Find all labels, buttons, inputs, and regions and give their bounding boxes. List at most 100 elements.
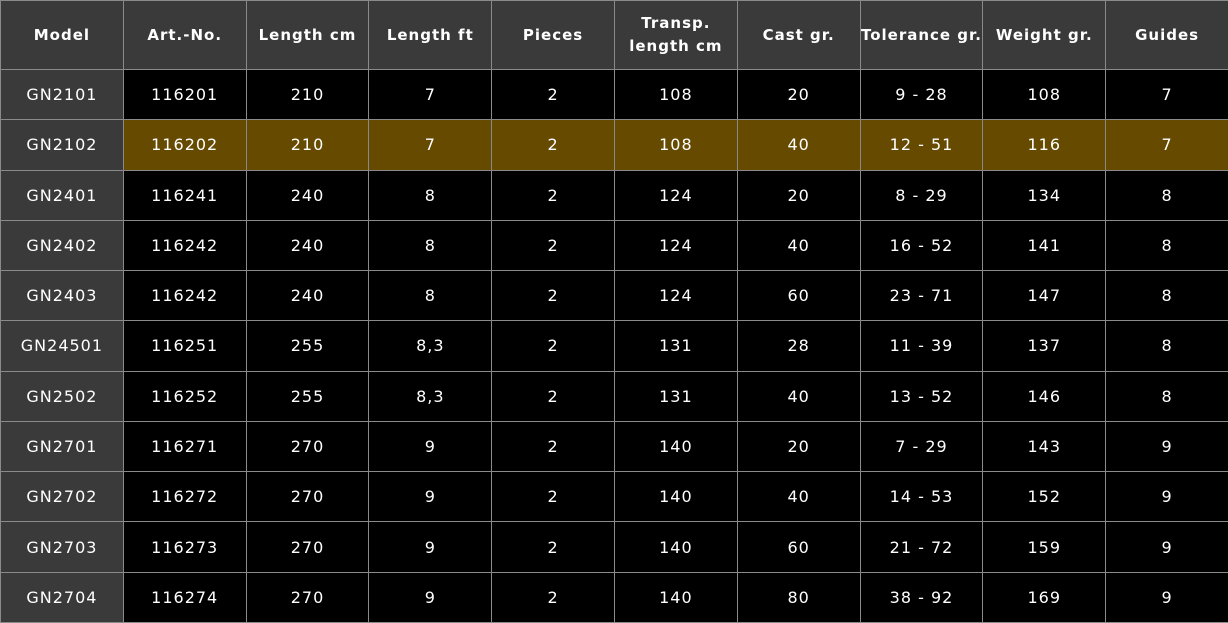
weight-cell: 137	[982, 320, 1107, 372]
length-cm-cell: 270	[245, 521, 370, 573]
guides-cell: 9	[1105, 571, 1228, 623]
table-row: GN2401 116241 240 8 2 124 20 8 - 29 134 8	[0, 169, 1228, 221]
guides-cell: 9	[1105, 420, 1228, 473]
length-cm-cell: 270	[245, 471, 370, 523]
weight-cell: 141	[982, 219, 1107, 272]
column-header-guides: Guides	[1105, 0, 1228, 70]
table-row: GN2403 116242 240 8 2 124 60 23 - 71 147 8	[0, 270, 1228, 322]
weight-cell: 134	[982, 169, 1107, 221]
table-row: GN2704 116274 270 9 2 140 80 38 - 92 169 9	[0, 571, 1228, 623]
model-cell: GN2701	[0, 420, 124, 473]
model-cell: GN2402	[0, 219, 124, 272]
tolerance-cell: 12 - 51	[859, 119, 984, 171]
transport-length-cell: 131	[613, 320, 738, 372]
column-header-cast: Cast gr.	[736, 0, 861, 70]
weight-cell: 143	[982, 420, 1107, 473]
tolerance-cell: 21 - 72	[859, 521, 984, 573]
art-no-cell: 116241	[122, 169, 247, 221]
column-header-model: Model	[0, 0, 124, 70]
cast-cell: 28	[736, 320, 861, 372]
weight-cell: 116	[982, 119, 1107, 171]
transport-length-cell: 140	[613, 521, 738, 573]
cast-cell: 40	[736, 370, 861, 422]
length-cm-cell: 240	[245, 270, 370, 322]
table-row: GN2402 116242 240 8 2 124 40 16 - 52 141 8	[0, 219, 1228, 272]
transport-length-cell: 131	[613, 370, 738, 422]
art-no-cell: 116272	[122, 471, 247, 523]
model-cell: GN2101	[0, 68, 124, 121]
weight-cell: 159	[982, 521, 1107, 573]
pieces-cell: 2	[491, 571, 615, 623]
length-ft-cell: 9	[368, 571, 493, 623]
model-cell: GN2703	[0, 521, 124, 573]
transport-length-cell: 140	[613, 471, 738, 523]
column-header-pieces: Pieces	[491, 0, 615, 70]
pieces-cell: 2	[491, 169, 615, 221]
pieces-cell: 2	[491, 68, 615, 121]
tolerance-cell: 23 - 71	[859, 270, 984, 322]
weight-cell: 147	[982, 270, 1107, 322]
guides-cell: 8	[1105, 320, 1228, 372]
length-ft-cell: 8	[368, 270, 493, 322]
column-header-transport-length: Transp. length cm	[613, 0, 738, 70]
model-cell: GN2401	[0, 169, 124, 221]
column-header-weight: Weight gr.	[982, 0, 1107, 70]
length-cm-cell: 270	[245, 420, 370, 473]
spec-table: Model Art.-No. Length cm Length ft Piece…	[0, 0, 1228, 623]
transport-length-cell: 140	[613, 420, 738, 473]
cast-cell: 20	[736, 68, 861, 121]
weight-cell: 152	[982, 471, 1107, 523]
art-no-cell: 116242	[122, 219, 247, 272]
transport-length-cell: 124	[613, 169, 738, 221]
length-cm-cell: 210	[245, 68, 370, 121]
table-row: GN2502 116252 255 8,3 2 131 40 13 - 52 146 8	[0, 370, 1228, 422]
column-header-length-cm: Length cm	[245, 0, 370, 70]
table-row: GN24501 116251 255 8,3 2 131 28 11 - 39 137 8	[0, 320, 1228, 372]
cast-cell: 80	[736, 571, 861, 623]
transport-length-cell: 124	[613, 270, 738, 322]
guides-cell: 8	[1105, 219, 1228, 272]
transport-length-cell: 108	[613, 119, 738, 171]
table-row: GN2703 116273 270 9 2 140 60 21 - 72 159 9	[0, 521, 1228, 573]
pieces-cell: 2	[491, 420, 615, 473]
pieces-cell: 2	[491, 521, 615, 573]
cast-cell: 60	[736, 521, 861, 573]
cast-cell: 40	[736, 471, 861, 523]
length-ft-cell: 7	[368, 119, 493, 171]
length-cm-cell: 240	[245, 169, 370, 221]
weight-cell: 169	[982, 571, 1107, 623]
art-no-cell: 116201	[122, 68, 247, 121]
pieces-cell: 2	[491, 119, 615, 171]
pieces-cell: 2	[491, 320, 615, 372]
cast-cell: 40	[736, 119, 861, 171]
pieces-cell: 2	[491, 471, 615, 523]
table-row: GN2102 116202 210 7 2 108 40 12 - 51 116 7	[0, 119, 1228, 171]
length-cm-cell: 270	[245, 571, 370, 623]
table-row: GN2101 116201 210 7 2 108 20 9 - 28 108 7	[0, 68, 1228, 121]
model-cell: GN2502	[0, 370, 124, 422]
weight-cell: 108	[982, 68, 1107, 121]
art-no-cell: 116274	[122, 571, 247, 623]
transport-length-cell: 140	[613, 571, 738, 623]
art-no-cell: 116271	[122, 420, 247, 473]
length-ft-cell: 8	[368, 169, 493, 221]
guides-cell: 9	[1105, 521, 1228, 573]
cast-cell: 40	[736, 219, 861, 272]
table-header: Model Art.-No. Length cm Length ft Piece…	[0, 0, 1228, 70]
length-ft-cell: 8	[368, 219, 493, 272]
transport-length-cell: 124	[613, 219, 738, 272]
length-cm-cell: 255	[245, 370, 370, 422]
tolerance-cell: 38 - 92	[859, 571, 984, 623]
guides-cell: 8	[1105, 270, 1228, 322]
header-row: Model Art.-No. Length cm Length ft Piece…	[0, 0, 1228, 70]
cast-cell: 20	[736, 169, 861, 221]
tolerance-cell: 16 - 52	[859, 219, 984, 272]
cast-cell: 20	[736, 420, 861, 473]
pieces-cell: 2	[491, 219, 615, 272]
length-ft-cell: 7	[368, 68, 493, 121]
length-ft-cell: 9	[368, 420, 493, 473]
weight-cell: 146	[982, 370, 1107, 422]
art-no-cell: 116273	[122, 521, 247, 573]
column-header-length-ft: Length ft	[368, 0, 493, 70]
length-ft-cell: 8,3	[368, 370, 493, 422]
